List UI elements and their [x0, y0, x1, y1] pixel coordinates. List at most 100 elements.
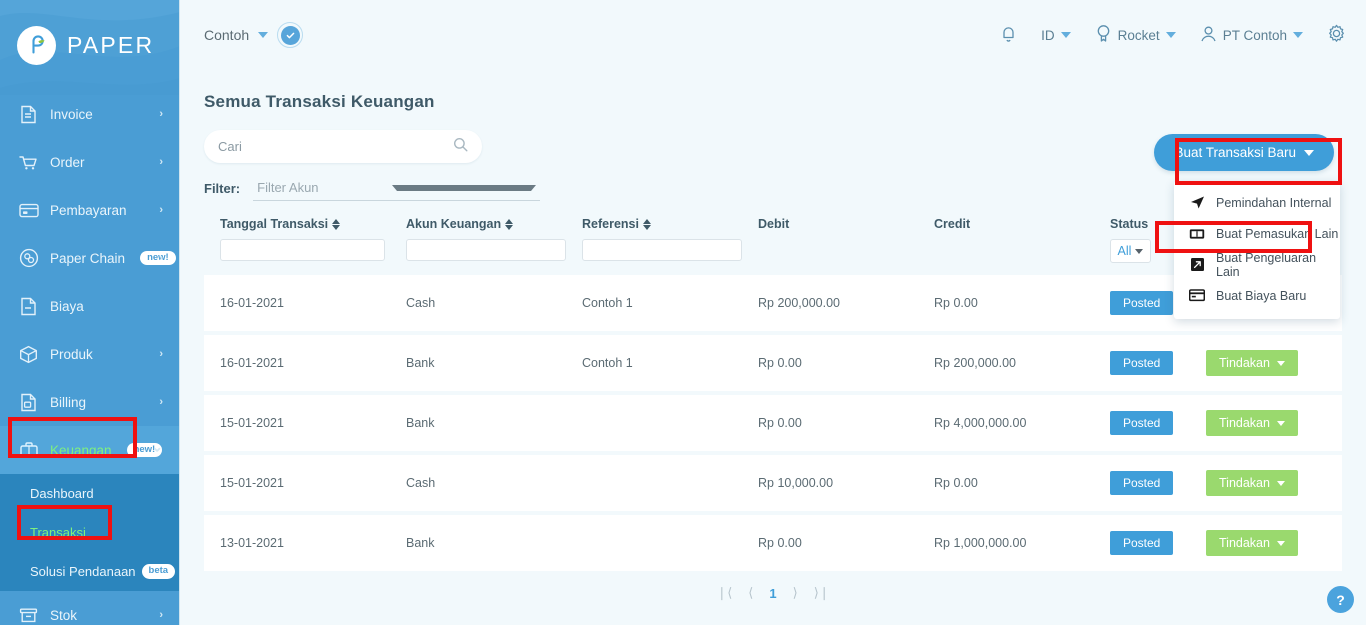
- cell-tanggal: 16-01-2021: [220, 356, 406, 370]
- stock-icon: [18, 605, 39, 625]
- column-label: Debit: [758, 217, 789, 231]
- sort-icon[interactable]: [332, 219, 340, 230]
- sidebar-item-produk[interactable]: Produk ›: [0, 330, 179, 378]
- rocket-label: Rocket: [1118, 28, 1160, 43]
- cell-credit: Rp 0.00: [934, 296, 1110, 310]
- cell-debit: Rp 0.00: [758, 536, 934, 550]
- sort-icon[interactable]: [505, 219, 513, 230]
- filter-input-akun[interactable]: [406, 239, 566, 261]
- column-akun-keuangan: Akun Keuangan: [406, 215, 582, 261]
- chevron-down-icon: [1166, 32, 1176, 38]
- rocket-menu[interactable]: Rocket: [1095, 24, 1176, 46]
- sidebar-item-label: Order: [50, 155, 85, 170]
- filter-input-referensi-field[interactable]: [583, 240, 741, 260]
- cell-referensi: Contoh 1: [582, 296, 758, 310]
- status-filter-all[interactable]: All: [1110, 239, 1151, 263]
- rocket-icon: [1095, 24, 1112, 46]
- filter-input-tanggal[interactable]: [220, 239, 385, 261]
- chevron-right-icon: ›: [159, 108, 163, 120]
- table-row[interactable]: 15-01-2021 Cash Rp 10,000.00 Rp 0.00 Pos…: [204, 455, 1342, 511]
- status-badge: Posted: [1110, 411, 1173, 435]
- status-badge: Posted: [1110, 291, 1173, 315]
- chevron-right-icon: ›: [159, 396, 163, 408]
- cell-referensi: Contoh 1: [582, 356, 758, 370]
- create-button-label: Buat Transaksi Baru: [1174, 145, 1296, 160]
- filter-input-tanggal-field[interactable]: [221, 240, 384, 260]
- search-icon[interactable]: [453, 137, 468, 157]
- sidebar-item-order[interactable]: Order ›: [0, 138, 179, 186]
- filter-akun-select[interactable]: Filter Akun: [253, 180, 540, 201]
- sidebar-item-label: Keuangan: [50, 443, 112, 458]
- expense-arrow-icon: [1188, 256, 1206, 274]
- language-selector[interactable]: ID: [1041, 28, 1071, 43]
- cell-debit: Rp 10,000.00: [758, 476, 934, 490]
- chevron-down-icon: [1135, 249, 1143, 254]
- pagination-first[interactable]: ❘⟨: [716, 585, 732, 601]
- status-badge: Posted: [1110, 471, 1173, 495]
- chevron-right-icon: ›: [159, 156, 163, 168]
- filter-row: Filter: Filter Akun: [204, 180, 1342, 201]
- context-name: Contoh: [204, 27, 249, 43]
- cell-akun: Bank: [406, 536, 582, 550]
- tindakan-button[interactable]: Tindakan: [1206, 530, 1298, 556]
- tindakan-label: Tindakan: [1219, 416, 1270, 430]
- pagination-page-1[interactable]: 1: [769, 586, 776, 601]
- table-row[interactable]: 16-01-2021 Bank Contoh 1 Rp 0.00 Rp 200,…: [204, 335, 1342, 391]
- user-label: PT Contoh: [1223, 28, 1287, 43]
- menu-item-label: Buat Pengeluaran Lain: [1216, 251, 1340, 279]
- search-input[interactable]: [218, 139, 453, 154]
- chain-icon: [18, 248, 39, 269]
- help-button[interactable]: ?: [1327, 586, 1354, 613]
- tindakan-button[interactable]: Tindakan: [1206, 470, 1298, 496]
- pagination-next[interactable]: ⟩: [793, 585, 798, 601]
- settings-button[interactable]: [1327, 24, 1346, 46]
- table-row[interactable]: 15-01-2021 Bank Rp 0.00 Rp 4,000,000.00 …: [204, 395, 1342, 451]
- brand-name: PAPER: [67, 32, 154, 59]
- sidebar-item-stok[interactable]: Stok ›: [0, 591, 179, 625]
- sidebar-item-pembayaran[interactable]: Pembayaran ›: [0, 186, 179, 234]
- menu-item-buat-pemasukan-lain[interactable]: Buat Pemasukan Lain: [1174, 218, 1340, 249]
- notifications-button[interactable]: [1000, 24, 1017, 46]
- sidebar-nav: Invoice › Order › Pembayaran ›: [0, 90, 179, 625]
- filter-input-referensi[interactable]: [582, 239, 742, 261]
- sidebar-item-biaya[interactable]: Biaya: [0, 282, 179, 330]
- pagination-prev[interactable]: ⟨: [748, 585, 753, 601]
- tindakan-button[interactable]: Tindakan: [1206, 410, 1298, 436]
- sidebar-item-invoice[interactable]: Invoice ›: [0, 90, 179, 138]
- table-row[interactable]: 13-01-2021 Bank Rp 0.00 Rp 1,000,000.00 …: [204, 515, 1342, 571]
- buat-transaksi-baru-button[interactable]: Buat Transaksi Baru: [1154, 134, 1334, 171]
- menu-item-buat-biaya-baru[interactable]: Buat Biaya Baru: [1174, 280, 1340, 311]
- menu-item-buat-pengeluaran-lain[interactable]: Buat Pengeluaran Lain: [1174, 249, 1340, 280]
- sidebar-item-paper-chain[interactable]: Paper Chain new! ›: [0, 234, 179, 282]
- language-label: ID: [1041, 28, 1055, 43]
- sidebar-item-label: Billing: [50, 395, 86, 410]
- table-row[interactable]: 16-01-2021 Cash Contoh 1 Rp 200,000.00 R…: [204, 275, 1342, 331]
- column-label: Status: [1110, 217, 1148, 231]
- pagination-last[interactable]: ⟩❘: [814, 585, 830, 601]
- filter-input-akun-field[interactable]: [407, 240, 565, 260]
- sidebar-item-billing[interactable]: Billing ›: [0, 378, 179, 426]
- chevron-down-icon: [258, 32, 268, 38]
- briefcase-icon: [18, 440, 39, 461]
- bell-icon: [1000, 24, 1017, 46]
- topbar: Contoh ID: [180, 0, 1366, 70]
- brand[interactable]: PAPER: [0, 0, 179, 90]
- menu-item-pemindahan-internal[interactable]: Pemindahan Internal: [1174, 187, 1340, 218]
- tindakan-button[interactable]: Tindakan: [1206, 350, 1298, 376]
- sidebar-item-keuangan[interactable]: Keuangan new! ⌄: [0, 426, 179, 474]
- context-switcher[interactable]: Contoh: [204, 22, 303, 48]
- sidebar-subitem-dashboard[interactable]: Dashboard: [0, 474, 179, 513]
- column-tanggal-transaksi: Tanggal Transaksi: [220, 215, 406, 261]
- cell-action: Tindakan: [1206, 530, 1326, 556]
- sidebar-item-label: Pembayaran: [50, 203, 127, 218]
- column-credit: Credit: [934, 215, 1110, 233]
- sidebar-subitem-transaksi[interactable]: Transaksi: [0, 513, 179, 552]
- user-menu[interactable]: PT Contoh: [1200, 25, 1303, 46]
- status-badge: Posted: [1110, 351, 1173, 375]
- search-box[interactable]: [204, 130, 482, 163]
- sort-icon[interactable]: [643, 219, 651, 230]
- sidebar-item-label: Paper Chain: [50, 251, 125, 266]
- sidebar-subitem-solusi-pendanaan[interactable]: Solusi Pendanaan beta: [0, 552, 179, 591]
- status-filter-value: All: [1118, 244, 1132, 258]
- sidebar: PAPER Invoice › Order ›: [0, 0, 180, 625]
